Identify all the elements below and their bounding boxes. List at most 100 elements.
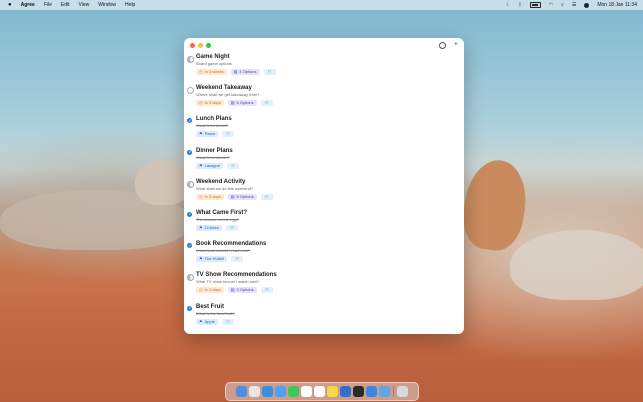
result-chip[interactable]: ⚑ The Hobbit (196, 256, 228, 263)
wallpaper-rock (459, 156, 531, 254)
xcode-icon[interactable] (340, 386, 352, 397)
result-chip[interactable]: ⚑ Lasagne (196, 162, 223, 169)
status-indicator-icon[interactable] (187, 180, 194, 188)
list-item[interactable]: TV Show Recommendations What TV show shou… (184, 272, 464, 303)
options-chip[interactable]: ▤ 4 Options (230, 69, 260, 75)
clock-icon: ◷ (199, 69, 203, 74)
deadline-chip[interactable]: ◷ In 3 days (196, 287, 224, 294)
list-item[interactable]: What Came First?The chicken or the egg? ⚑… (184, 210, 464, 241)
participants-chip[interactable]: ⚇ (221, 318, 234, 325)
options-chip[interactable]: ▤ 6 Options (227, 100, 257, 107)
siri-icon[interactable] (584, 2, 590, 8)
mail-icon[interactable] (275, 386, 287, 397)
agree-icon[interactable] (366, 386, 378, 397)
calendar-icon[interactable] (314, 386, 326, 397)
people-icon: ⚇ (264, 100, 269, 106)
deadline-chip[interactable]: ◷ In 3 days (196, 100, 224, 107)
participants-chip[interactable]: ⚇ (263, 69, 276, 75)
status-indicator-icon[interactable] (187, 305, 192, 311)
window-titlebar[interactable]: + (184, 38, 464, 52)
status-indicator-icon[interactable] (187, 118, 192, 124)
options-icon: ▤ (233, 69, 238, 74)
chip-label: The Hobbit (204, 256, 225, 262)
finder-icon[interactable] (236, 386, 248, 397)
item-subtitle: Board game options (196, 61, 232, 66)
participants-chip[interactable]: ⚇ (231, 256, 244, 263)
chip-label: 6 Options (236, 100, 254, 106)
add-icon[interactable]: + (454, 41, 458, 49)
trash-icon[interactable] (396, 386, 408, 397)
focus-moon-icon[interactable]: ☾ (506, 2, 510, 8)
list-item[interactable]: Dinner PlansWhat is for dinner? ⚑Lasagne ⚇ (184, 148, 464, 179)
participants-chip[interactable]: ⚇ (260, 287, 273, 294)
result-chip[interactable]: ⚑ Chicken (196, 224, 223, 231)
item-chips: ⚑ Chicken ⚇ (196, 224, 464, 231)
participants-chip[interactable]: ⚇ (226, 224, 239, 231)
menu-view[interactable]: View (79, 2, 90, 8)
item-title: Lunch Plans (196, 116, 232, 123)
messages-icon[interactable] (288, 386, 300, 397)
status-indicator-icon[interactable] (187, 56, 194, 63)
status-indicator-icon[interactable] (187, 274, 194, 282)
chip-label: Chicken (204, 224, 220, 230)
deadline-chip[interactable]: ◷ In 3 weeks (196, 69, 227, 75)
list-item[interactable]: Game Night Board game options ◷ In 3 weeks ▤… (184, 54, 464, 85)
close-window-button[interactable] (190, 43, 195, 48)
menu-edit[interactable]: Edit (61, 2, 70, 8)
people-icon: ⚇ (235, 256, 239, 262)
list-item[interactable]: Book RecommendationsWhat book should I r… (184, 241, 464, 272)
participants-chip[interactable]: ⚇ (260, 100, 273, 107)
clock-icon: ◷ (199, 193, 203, 199)
notes-icon[interactable] (327, 386, 339, 397)
result-chip[interactable]: ⚑ Pasta (196, 131, 218, 138)
people-icon: ⚇ (264, 193, 269, 199)
zoom-window-button[interactable] (206, 43, 211, 48)
minimize-window-button[interactable] (198, 43, 203, 48)
dock-separator (393, 386, 394, 397)
participants-chip[interactable]: ⚇ (226, 162, 239, 169)
item-subtitle: What is the best fruit? (196, 310, 235, 316)
status-indicator-icon[interactable] (187, 243, 192, 249)
folder-icon[interactable] (379, 386, 391, 397)
list-item[interactable]: Weekend Takeaway Where shall we get takea… (184, 85, 464, 116)
list-item[interactable]: Lunch PlansWhat is for lunch? ⚑Pasta ⚇ (184, 116, 464, 147)
status-indicator-icon[interactable] (187, 211, 192, 217)
chip-label: 3 Options (236, 287, 254, 293)
participants-chip[interactable]: ⚇ (260, 193, 273, 200)
menubar-clock[interactable]: Mon 18 Jan 11:34 (597, 2, 637, 8)
status-indicator-icon[interactable] (187, 149, 192, 155)
spotlight-search-icon[interactable]: ⌕ (561, 2, 564, 8)
launchpad-icon[interactable] (249, 386, 261, 397)
reminders-icon[interactable] (301, 386, 313, 397)
item-chips: ◷ In 3 days ▤ 3 Options ⚇ (196, 287, 464, 294)
clock-icon: ◷ (199, 287, 203, 293)
item-subtitle: What shall we do this weekend? (196, 185, 254, 191)
options-chip[interactable]: ▤ 3 Options (227, 287, 257, 294)
result-chip[interactable]: ⚑ Apple (196, 318, 218, 325)
item-chips: ◷ In 3 days ▤ 6 Options ⚇ (196, 100, 464, 107)
list-item[interactable]: Best FruitWhat is the best fruit? ⚑Apple ⚇ (184, 304, 464, 335)
menu-file[interactable]: File (44, 2, 52, 8)
menu-help[interactable]: Help (125, 2, 135, 8)
options-chip[interactable]: ▤ 6 Options (227, 193, 257, 200)
deadline-chip[interactable]: ◷ In 3 days (196, 193, 224, 200)
item-subtitle: What is for lunch? (196, 123, 229, 129)
people-icon: ⚇ (231, 162, 235, 168)
menu-window[interactable]: Window (98, 2, 116, 8)
status-indicator-icon[interactable] (187, 87, 194, 95)
apple-menu-icon[interactable]: ● (8, 2, 12, 8)
terminal-icon[interactable] (353, 386, 365, 397)
wifi-icon[interactable]: ◠ (549, 2, 553, 8)
list-item[interactable]: Weekend Activity What shall we do this we… (184, 179, 464, 210)
item-title: Dinner Plans (196, 147, 233, 154)
filter-icon[interactable] (438, 41, 446, 49)
participants-chip[interactable]: ⚇ (221, 131, 234, 138)
people-icon: ⚇ (264, 287, 269, 293)
bluetooth-icon[interactable]: ᛒ (519, 2, 522, 8)
dock (225, 382, 419, 401)
app-menu[interactable]: Agree (21, 2, 35, 8)
safari-icon[interactable] (262, 386, 274, 397)
options-icon: ▤ (230, 193, 235, 199)
battery-icon[interactable] (529, 2, 541, 8)
control-center-icon[interactable]: ☰ (572, 2, 576, 8)
